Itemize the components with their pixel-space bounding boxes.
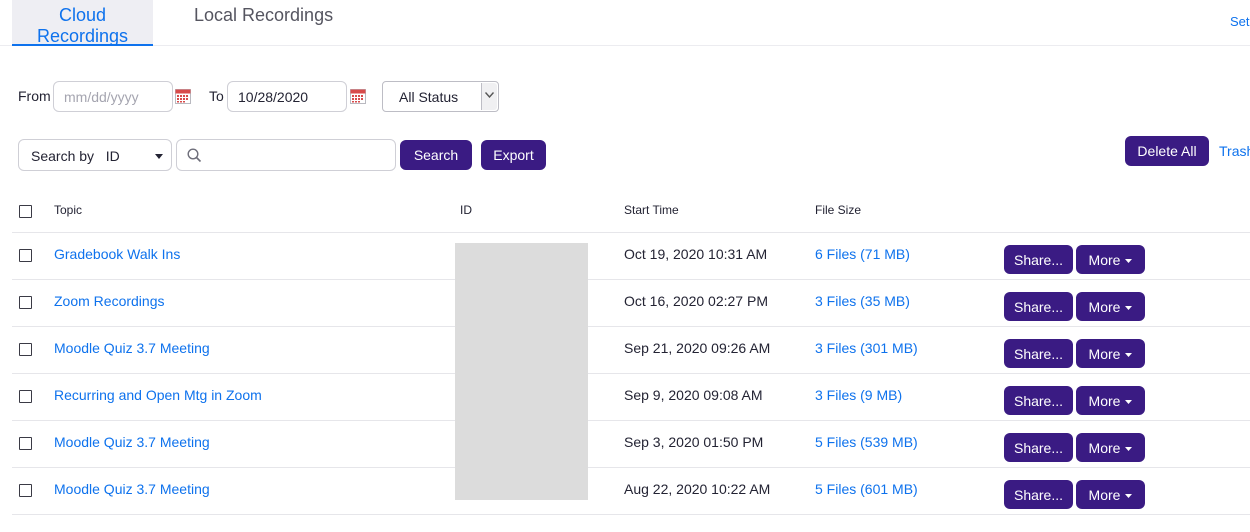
caret-down-icon xyxy=(155,154,163,159)
column-header-topic: Topic xyxy=(54,203,83,217)
search-button[interactable]: Search xyxy=(400,140,472,170)
more-button[interactable]: More xyxy=(1076,292,1145,321)
caret-down-icon xyxy=(1125,258,1133,263)
search-input[interactable] xyxy=(207,144,387,166)
recording-start-time: Oct 19, 2020 10:31 AM xyxy=(624,246,768,262)
recording-start-time: Oct 16, 2020 02:27 PM xyxy=(624,293,768,309)
trash-link[interactable]: Trash xyxy=(1219,143,1250,159)
share-button[interactable]: Share... xyxy=(1004,245,1073,274)
id-column-redacted xyxy=(455,243,588,500)
to-date-input[interactable] xyxy=(227,81,347,112)
select-all-checkbox[interactable] xyxy=(19,205,32,218)
recording-start-time: Sep 3, 2020 01:50 PM xyxy=(624,434,764,450)
more-button[interactable]: More xyxy=(1076,339,1145,368)
recording-files-link[interactable]: 5 Files (601 MB) xyxy=(815,481,918,497)
status-select-value: All Status xyxy=(399,89,459,105)
caret-down-icon xyxy=(1125,352,1133,357)
row-checkbox[interactable] xyxy=(19,390,32,403)
row-checkbox[interactable] xyxy=(19,437,32,450)
share-button[interactable]: Share... xyxy=(1004,433,1073,462)
recording-topic-link[interactable]: Moodle Quiz 3.7 Meeting xyxy=(54,481,210,497)
more-button-label: More xyxy=(1088,486,1121,503)
header-divider xyxy=(12,232,1250,233)
search-input-box[interactable] xyxy=(176,139,396,171)
caret-down-icon xyxy=(1125,446,1133,451)
tab-cloud-recordings[interactable]: Cloud Recordings xyxy=(12,0,153,46)
row-divider xyxy=(12,326,1250,327)
recording-topic-link[interactable]: Moodle Quiz 3.7 Meeting xyxy=(54,340,210,356)
more-button-label: More xyxy=(1088,298,1121,315)
share-button[interactable]: Share... xyxy=(1004,480,1073,509)
search-icon xyxy=(187,148,202,163)
recording-start-time: Aug 22, 2020 10:22 AM xyxy=(624,481,771,497)
share-button[interactable]: Share... xyxy=(1004,386,1073,415)
column-header-id: ID xyxy=(460,203,472,217)
recording-files-link[interactable]: 3 Files (301 MB) xyxy=(815,340,918,356)
search-by-value: Search by ID xyxy=(31,148,120,164)
recording-topic-link[interactable]: Moodle Quiz 3.7 Meeting xyxy=(54,434,210,450)
recording-topic-link[interactable]: Zoom Recordings xyxy=(54,293,165,309)
more-button-label: More xyxy=(1088,439,1121,456)
row-divider xyxy=(12,373,1250,374)
recording-files-link[interactable]: 3 Files (35 MB) xyxy=(815,293,910,309)
recording-files-link[interactable]: 3 Files (9 MB) xyxy=(815,387,902,403)
recording-start-time: Sep 9, 2020 09:08 AM xyxy=(624,387,763,403)
more-button-label: More xyxy=(1088,251,1121,268)
row-checkbox[interactable] xyxy=(19,249,32,262)
recording-topic-link[interactable]: Recurring and Open Mtg in Zoom xyxy=(54,387,262,403)
column-header-file-size: File Size xyxy=(815,203,862,217)
more-button[interactable]: More xyxy=(1076,480,1145,509)
row-divider xyxy=(12,420,1250,421)
more-button[interactable]: More xyxy=(1076,386,1145,415)
export-button[interactable]: Export xyxy=(481,140,546,170)
column-header-start-time: Start Time xyxy=(624,203,679,217)
row-divider xyxy=(12,467,1250,468)
to-label: To xyxy=(209,88,224,104)
calendar-icon[interactable] xyxy=(175,89,191,104)
share-button[interactable]: Share... xyxy=(1004,292,1073,321)
status-select-arrow[interactable] xyxy=(481,83,497,110)
row-checkbox[interactable] xyxy=(19,484,32,497)
row-checkbox[interactable] xyxy=(19,296,32,309)
recording-files-link[interactable]: 6 Files (71 MB) xyxy=(815,246,910,262)
from-date-input[interactable] xyxy=(53,81,173,112)
more-button[interactable]: More xyxy=(1076,433,1145,462)
caret-down-icon xyxy=(1125,493,1133,498)
recording-topic-link[interactable]: Gradebook Walk Ins xyxy=(54,246,180,262)
more-button-label: More xyxy=(1088,392,1121,409)
search-by-select[interactable]: Search by ID xyxy=(18,139,172,171)
more-button-label: More xyxy=(1088,345,1121,362)
from-label: From xyxy=(18,88,51,104)
recording-files-link[interactable]: 5 Files (539 MB) xyxy=(815,434,918,450)
row-checkbox[interactable] xyxy=(19,343,32,356)
recordings-tabs: Cloud Recordings Local Recordings Set xyxy=(0,0,1250,46)
more-button[interactable]: More xyxy=(1076,245,1145,274)
row-divider xyxy=(12,514,1250,515)
status-select[interactable]: All Status xyxy=(382,81,499,112)
caret-down-icon xyxy=(1125,305,1133,310)
recording-start-time: Sep 21, 2020 09:26 AM xyxy=(624,340,771,356)
settings-link[interactable]: Set xyxy=(1230,14,1250,29)
caret-down-icon xyxy=(1125,399,1133,404)
delete-all-button[interactable]: Delete All xyxy=(1125,136,1209,166)
chevron-down-icon xyxy=(485,92,494,98)
calendar-icon[interactable] xyxy=(350,89,366,104)
share-button[interactable]: Share... xyxy=(1004,339,1073,368)
row-divider xyxy=(12,279,1250,280)
tab-local-recordings[interactable]: Local Recordings xyxy=(194,0,333,46)
